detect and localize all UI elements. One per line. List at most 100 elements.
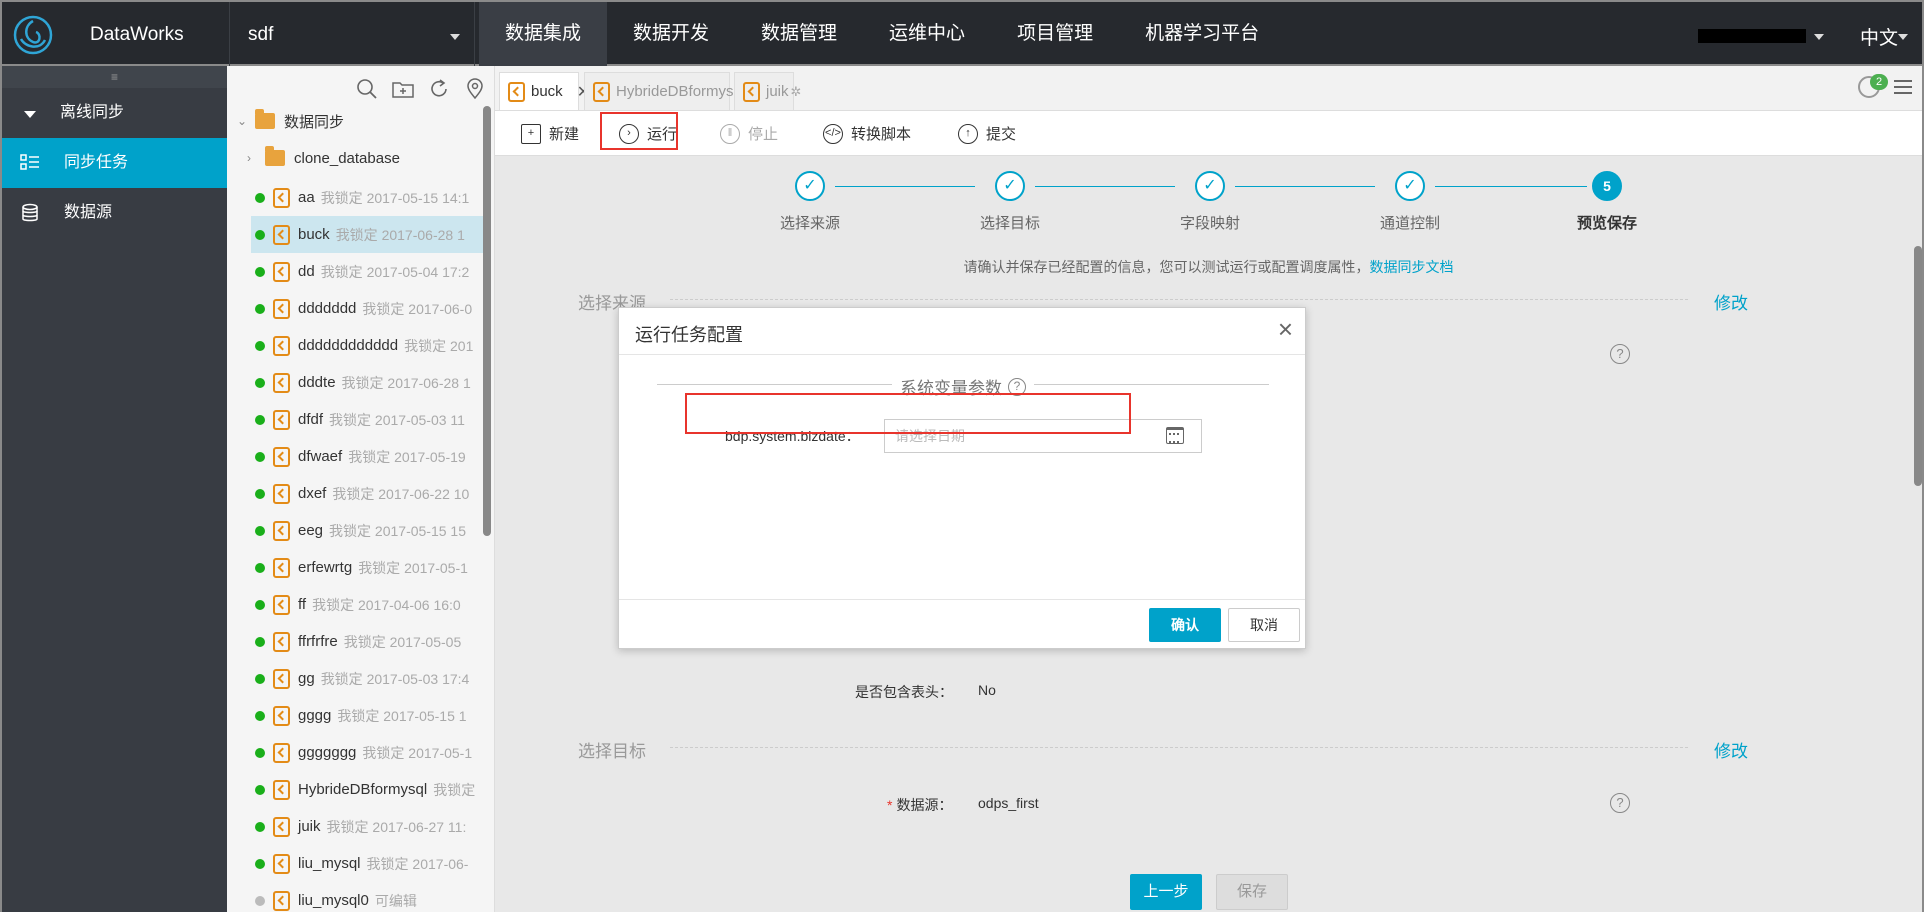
chevron-down-icon[interactable]: ⌄ (237, 114, 247, 128)
refresh-icon[interactable] (428, 78, 450, 100)
status-dot-icon (255, 414, 265, 425)
sync-doc-link[interactable]: 数据同步文档 (1370, 259, 1454, 275)
task-lock-meta: 我锁定 2017-06-0 (362, 300, 473, 317)
task-lock-meta: 我锁定 2017-06- (366, 855, 469, 872)
sidebar-item-datasource[interactable]: 数据源 (2, 188, 227, 238)
sync-task-icon (743, 81, 760, 102)
sync-task-icon (273, 816, 290, 837)
run-config-dialog: 运行任务配置 × 系统变量参数 ? bdp.system.bizdate： 确认… (618, 307, 1306, 649)
confirm-button[interactable]: 确认 (1149, 608, 1221, 642)
sync-task-icon (273, 187, 290, 208)
dialog-title: 运行任务配置 (635, 325, 743, 345)
step-done-check-icon[interactable]: ✓ (795, 171, 825, 201)
tree-task-item[interactable]: dxef 我锁定 2017-06-22 10 (255, 475, 485, 512)
chevron-down-icon[interactable] (1898, 34, 1908, 40)
tree-task-item[interactable]: liu_mysql0 可编辑 (255, 882, 485, 912)
save-button[interactable]: 保存 (1216, 874, 1288, 910)
step-done-check-icon[interactable]: ✓ (995, 171, 1025, 201)
help-icon[interactable]: ? (1610, 344, 1630, 364)
nav-ml-platform[interactable]: 机器学习平台 (1119, 2, 1285, 66)
close-icon[interactable]: × (1278, 314, 1293, 345)
tree-task-item[interactable]: liu_mysql 我锁定 2017-06- (255, 845, 485, 882)
tree-task-item[interactable]: ddddddd 我锁定 2017-06-0 (255, 290, 485, 327)
tree-task-item[interactable]: ggggggg 我锁定 2017-05-1 (255, 734, 485, 771)
sidebar-item-sync-tasks[interactable]: 同步任务 (2, 138, 227, 188)
sync-task-icon (273, 779, 290, 800)
tree-task-item[interactable]: juik 我锁定 2017-06-27 11: (255, 808, 485, 845)
tree-task-item[interactable]: buck 我锁定 2017-06-28 1 (251, 216, 485, 253)
new-folder-icon[interactable] (392, 78, 414, 100)
sidebar-group-offline-sync[interactable]: 离线同步 (2, 88, 227, 138)
user-menu[interactable] (1698, 29, 1806, 43)
nav-project-management[interactable]: 项目管理 (991, 2, 1119, 66)
new-button[interactable]: + 新建 (521, 111, 579, 156)
language-selector[interactable]: 中文 (1860, 23, 1898, 50)
task-lock-meta: 我锁定 2017-05-19 (348, 448, 466, 465)
menu-icon[interactable] (1894, 80, 1912, 94)
new-label: 新建 (549, 126, 580, 143)
tree-task-item[interactable]: ffrfrfre 我锁定 2017-05-05 (255, 623, 485, 660)
step-connector (1235, 186, 1375, 187)
tree-task-item[interactable]: erfewrtg 我锁定 2017-05-1 (255, 549, 485, 586)
folder-icon (255, 109, 275, 129)
dataworks-logo-icon[interactable] (12, 14, 54, 56)
target-edit-link[interactable]: 修改 (1714, 737, 1748, 762)
task-lock-meta: 我锁定 2017-05-03 17:4 (320, 670, 470, 687)
cancel-button[interactable]: 取消 (1228, 608, 1300, 642)
source-edit-link[interactable]: 修改 (1714, 289, 1748, 314)
convert-label: 转换脚本 (851, 126, 912, 143)
tree-task-item[interactable]: dddddddddddd 我锁定 201 (255, 327, 485, 364)
project-name: sdf (248, 24, 274, 45)
sidebar-collapse-handle[interactable]: ≡ (2, 66, 227, 88)
tree-folder-clone-database[interactable]: › clone_database (247, 143, 400, 173)
prev-step-button[interactable]: 上一步 (1130, 874, 1202, 910)
nav-data-management[interactable]: 数据管理 (735, 2, 863, 66)
tree-task-item[interactable]: dfdf 我锁定 2017-05-03 11 (255, 401, 485, 438)
step-done-check-icon[interactable]: ✓ (1395, 171, 1425, 201)
tree-task-item[interactable]: gg 我锁定 2017-05-03 17:4 (255, 660, 485, 697)
tree-task-item[interactable]: dfwaef 我锁定 2017-05-19 (255, 438, 485, 475)
tree-folder-root[interactable]: ⌄ 数据同步 (237, 106, 344, 136)
tree-task-item[interactable]: aa 我锁定 2017-05-15 14:1 (255, 179, 485, 216)
brand-name[interactable]: DataWorks (90, 24, 184, 46)
calendar-icon[interactable] (1166, 427, 1184, 444)
tree-task-item[interactable]: dd 我锁定 2017-05-04 17:2 (255, 253, 485, 290)
task-name: buck (298, 226, 330, 243)
chevron-right-icon[interactable]: › (247, 151, 257, 165)
submit-button[interactable]: ↑ 提交 (958, 111, 1016, 156)
convert-script-button[interactable]: </> 转换脚本 (823, 111, 911, 156)
step-connector (835, 186, 975, 187)
help-icon[interactable]: ? (1610, 793, 1630, 813)
tree-task-item[interactable]: dddte 我锁定 2017-06-28 1 (255, 364, 485, 401)
header-included-label: 是否包含表头： (855, 684, 953, 700)
tab-hybridedbformysql[interactable]: HybrideDBformysql ✲ (584, 72, 758, 110)
locate-icon[interactable] (464, 78, 486, 100)
tab-buck[interactable]: buck ✕ (499, 72, 590, 110)
task-list: aa 我锁定 2017-05-15 14:1 buck 我锁定 2017-06-28 … (251, 179, 485, 912)
sync-task-icon (273, 890, 290, 911)
tree-task-item[interactable]: ff 我锁定 2017-04-06 16:0 (255, 586, 485, 623)
project-selector[interactable]: sdf (229, 2, 475, 66)
status-dot-icon (255, 340, 265, 351)
task-name: gggg (298, 707, 332, 724)
tree-task-item[interactable]: HybrideDBformysql 我锁定 (255, 771, 485, 808)
notification-icon[interactable]: 2 (1858, 74, 1888, 98)
main-scrollbar[interactable] (1914, 246, 1922, 486)
task-list-icon (20, 154, 39, 170)
tree-scrollbar[interactable] (483, 106, 491, 536)
task-lock-meta: 我锁定 2017-05-1 (358, 559, 468, 576)
chevron-down-icon[interactable] (1814, 34, 1824, 40)
sidebar-item-label: 同步任务 (64, 154, 129, 171)
tab-juik[interactable]: juik ✲ (734, 72, 801, 110)
stop-button[interactable]: ǁ 停止 (720, 111, 778, 156)
nav-data-integration[interactable]: 数据集成 (479, 2, 608, 66)
search-icon[interactable] (356, 78, 378, 100)
tree-task-item[interactable]: gggg 我锁定 2017-05-15 1 (255, 697, 485, 734)
tree-task-item[interactable]: eeg 我锁定 2017-05-15 15 (255, 512, 485, 549)
nav-data-development[interactable]: 数据开发 (607, 2, 735, 66)
task-name: aa (298, 189, 315, 206)
step-label-mapping: 字段映射 (1179, 215, 1241, 232)
confirm-hint: 请确认并保存已经配置的信息，您可以测试运行或配置调度属性，数据同步文档 (495, 257, 1922, 277)
step-done-check-icon[interactable]: ✓ (1195, 171, 1225, 201)
nav-ops-center[interactable]: 运维中心 (863, 2, 991, 66)
